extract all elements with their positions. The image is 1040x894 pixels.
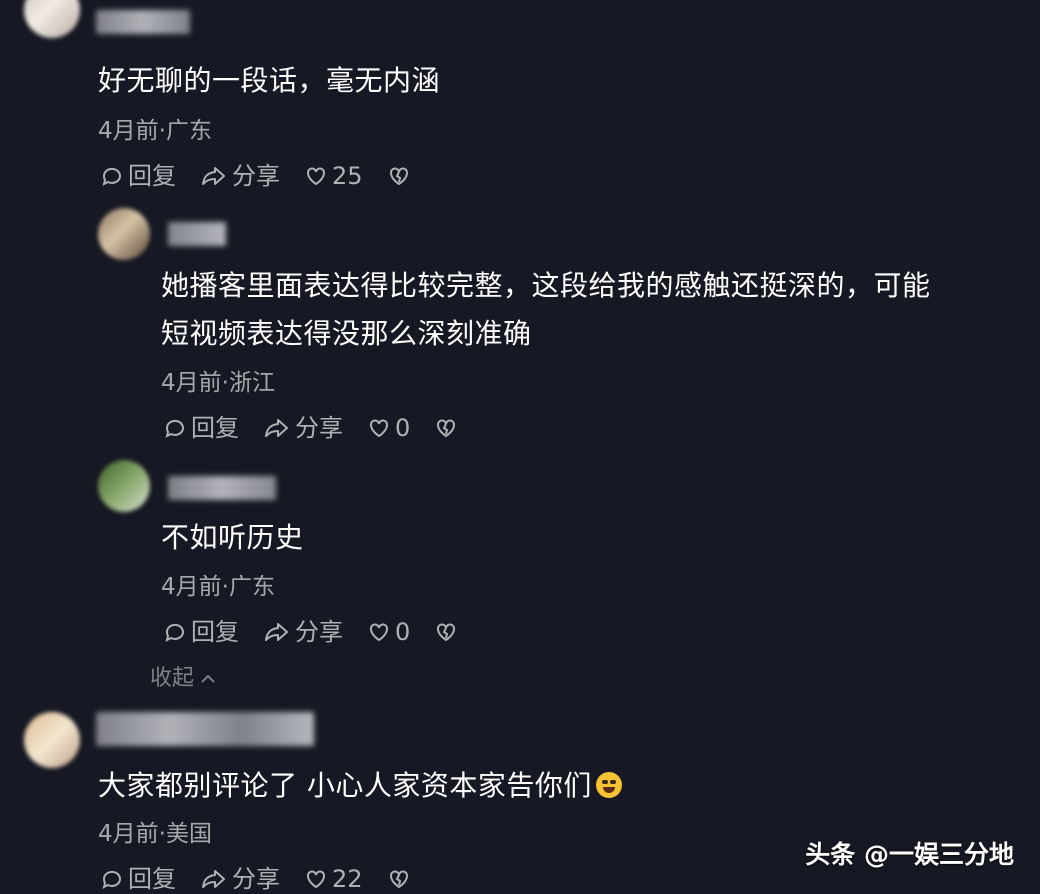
comment-section: 好无聊的一段话，毫无内涵 4月前·广东 回复 分享 25 她播客里面表达得比较完… (0, 0, 1040, 894)
share-button[interactable]: 分享 (200, 864, 280, 894)
dislike-button[interactable] (434, 416, 462, 440)
username[interactable] (96, 712, 314, 746)
share-label: 分享 (232, 162, 280, 190)
reply-label: 回复 (128, 162, 176, 190)
share-button[interactable]: 分享 (263, 617, 343, 647)
avatar[interactable] (24, 712, 80, 768)
username[interactable] (168, 222, 226, 246)
share-arrow-icon (202, 870, 225, 888)
avatar[interactable] (98, 460, 150, 512)
reply-bubble-icon (102, 167, 121, 186)
reply-button[interactable]: 回复 (100, 864, 176, 894)
reply-bubble-icon (165, 623, 184, 642)
comment-text: 不如听历史 (161, 521, 304, 554)
comment-actions: 回复 分享 0 (163, 413, 486, 443)
broken-heart-icon (389, 870, 408, 889)
chevron-up-icon (201, 674, 215, 683)
reply-label: 回复 (128, 865, 176, 893)
comment-actions: 回复 分享 0 (163, 617, 486, 647)
share-label: 分享 (295, 414, 343, 442)
like-count: 25 (332, 162, 363, 190)
like-button[interactable]: 0 (367, 617, 410, 647)
comment-text: 大家都别评论了 小心人家资本家告你们 (98, 764, 622, 808)
like-count: 0 (395, 414, 411, 442)
comment-actions: 回复 分享 25 (100, 161, 439, 191)
like-count: 22 (332, 865, 363, 893)
like-button[interactable]: 0 (367, 413, 410, 443)
share-label: 分享 (295, 618, 343, 646)
reply-bubble-icon (102, 870, 121, 889)
dislike-button[interactable] (387, 164, 415, 188)
broken-heart-icon (389, 167, 408, 186)
username[interactable] (168, 476, 276, 500)
comment-meta: 4月前·美国 (98, 821, 212, 847)
username[interactable] (96, 10, 190, 34)
heart-icon (307, 167, 325, 186)
collapse-replies-button[interactable]: 收起 (150, 664, 218, 694)
comment-meta: 4月前·广东 (98, 118, 212, 144)
comment-text-content: 大家都别评论了 小心人家资本家告你们 (98, 769, 592, 802)
dislike-button[interactable] (387, 867, 415, 891)
reply-button[interactable]: 回复 (163, 413, 239, 443)
watermark: 头条 @一娱三分地 (805, 840, 1014, 869)
like-count: 0 (395, 618, 411, 646)
share-arrow-icon (202, 167, 225, 185)
collapse-label: 收起 (150, 666, 195, 691)
reply-label: 回复 (191, 618, 239, 646)
heart-icon (307, 870, 325, 889)
like-button[interactable]: 25 (304, 161, 363, 191)
share-button[interactable]: 分享 (200, 161, 280, 191)
dislike-button[interactable] (434, 620, 462, 644)
like-button[interactable]: 22 (304, 864, 363, 894)
share-button[interactable]: 分享 (263, 413, 343, 443)
reply-button[interactable]: 回复 (163, 617, 239, 647)
comment-text-line-2: 短视频表达得没那么深刻准确 (161, 317, 532, 350)
avatar[interactable] (98, 208, 150, 260)
comment-text-line-1: 她播客里面表达得比较完整，这段给我的感触还挺深的，可能 (161, 269, 931, 302)
comment-text: 好无聊的一段话，毫无内涵 (98, 64, 441, 97)
broken-heart-icon (437, 623, 456, 642)
share-arrow-icon (265, 419, 288, 437)
comment-meta: 4月前·浙江 (161, 370, 275, 396)
crying-laughing-emoji-icon (595, 772, 622, 798)
reply-button[interactable]: 回复 (100, 161, 176, 191)
reply-bubble-icon (165, 419, 184, 438)
heart-icon (370, 623, 388, 642)
avatar[interactable] (24, 0, 80, 38)
reply-label: 回复 (191, 414, 239, 442)
comment-actions: 回复 分享 22 (100, 864, 439, 894)
broken-heart-icon (437, 419, 456, 438)
comment-meta: 4月前·广东 (161, 574, 275, 600)
share-arrow-icon (265, 623, 288, 641)
share-label: 分享 (232, 865, 280, 893)
heart-icon (370, 419, 388, 438)
